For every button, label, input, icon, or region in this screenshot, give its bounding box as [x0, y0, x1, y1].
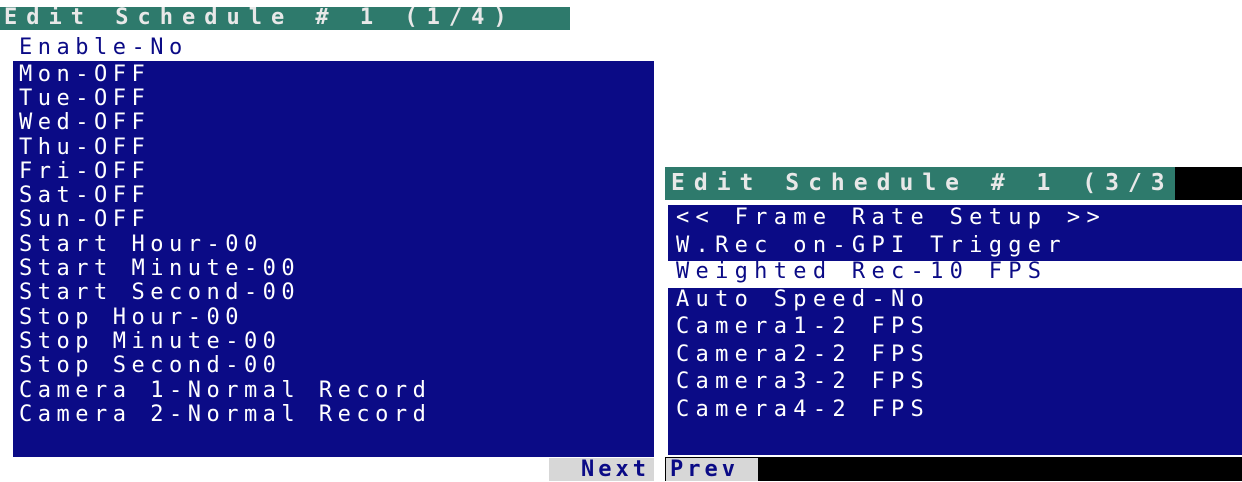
menu-item-stop-second[interactable]: Stop Second-00	[13, 355, 654, 379]
menu-item-camera-2[interactable]: Camera 2-Normal Record	[13, 404, 654, 428]
menu-item-camera2[interactable]: Camera2-2 FPS	[668, 344, 1242, 371]
menu-item-stop-minute[interactable]: Stop Minute-00	[13, 331, 654, 355]
menu-item-start-hour[interactable]: Start Hour-00	[13, 234, 654, 258]
menu-item-fri[interactable]: Fri-OFF	[13, 161, 654, 185]
menu-item-start-minute[interactable]: Start Minute-00	[13, 258, 654, 282]
menu-item-mon[interactable]: Mon-OFF	[13, 64, 654, 88]
menu-item-enable[interactable]: Enable-No	[13, 37, 654, 61]
menu-item-weighted-rec[interactable]: Weighted Rec-10 FPS	[668, 261, 1242, 288]
menu-item-camera1[interactable]: Camera1-2 FPS	[668, 316, 1242, 343]
menu-item-sat[interactable]: Sat-OFF	[13, 185, 654, 209]
menu-item-start-second[interactable]: Start Second-00	[13, 282, 654, 306]
next-button[interactable]: Next	[549, 458, 654, 481]
menu-item-wrec-on[interactable]: W.Rec on-GPI Trigger	[668, 235, 1242, 262]
menu-item-frame-rate-setup: << Frame Rate Setup >>	[676, 207, 1106, 230]
schedule-menu-left: Enable-No Mon-OFF Tue-OFF Wed-OFF Thu-OF…	[13, 37, 654, 457]
menu-item-wed[interactable]: Wed-OFF	[13, 112, 654, 136]
menu-item-sun[interactable]: Sun-OFF	[13, 209, 654, 233]
menu-item-thu[interactable]: Thu-OFF	[13, 137, 654, 161]
page-title-left: Edit Schedule # 1 (1/4)	[0, 7, 570, 30]
menu-item-camera4[interactable]: Camera4-2 FPS	[668, 399, 1242, 426]
prev-button[interactable]: Prev	[666, 458, 758, 481]
menu-item-tue[interactable]: Tue-OFF	[13, 88, 654, 112]
menu-item-camera3[interactable]: Camera3-2 FPS	[668, 371, 1242, 398]
menu-item-camera-1[interactable]: Camera 1-Normal Record	[13, 380, 654, 404]
menu-item-auto-speed[interactable]: Auto Speed-No	[668, 289, 1242, 316]
schedule-menu-right: << Frame Rate Setup >> W.Rec on-GPI Trig…	[668, 205, 1242, 455]
menu-item-stop-hour[interactable]: Stop Hour-00	[13, 307, 654, 331]
page-title-right: Edit Schedule # 1 (3/3)	[665, 167, 1175, 200]
